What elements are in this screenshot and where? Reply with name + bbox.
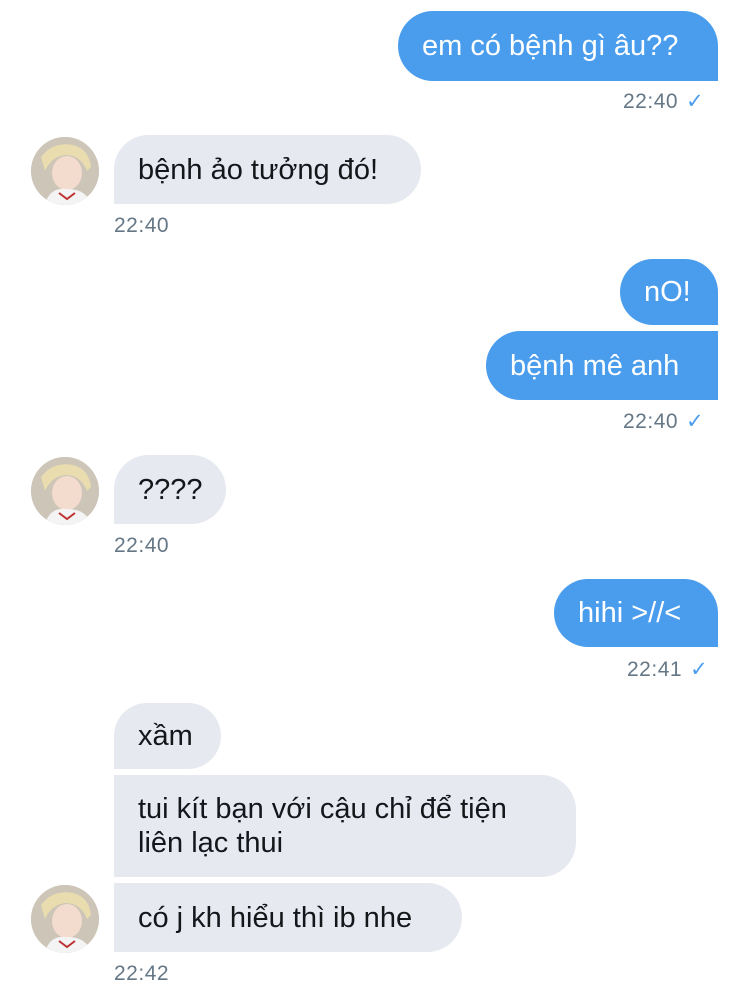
conversation: em có bệnh gì âu?? 22:40 ✓ bệnh ảo tưởng …: [0, 0, 750, 994]
message-text: ????: [138, 473, 203, 506]
avatar-icon: [31, 137, 99, 205]
avatar[interactable]: [31, 885, 99, 953]
avatar[interactable]: [31, 137, 99, 205]
incoming-message[interactable]: tui kít bạn với cậu chỉ để tiện liên lạc…: [114, 775, 576, 877]
message-text: có j kh hiểu thì ib nhe: [138, 901, 413, 934]
incoming-message[interactable]: có j kh hiểu thì ib nhe: [114, 883, 462, 952]
read-check-icon: ✓: [690, 658, 709, 681]
message-text: hihi >//<: [578, 597, 682, 629]
message-text: tui kít bạn với cậu chỉ để tiện liên lạc…: [138, 793, 507, 859]
message-timestamp: 22:42: [114, 962, 170, 985]
incoming-message[interactable]: ????: [114, 455, 226, 524]
avatar-icon: [31, 885, 99, 953]
message-text: bệnh mê anh: [510, 349, 680, 382]
outgoing-message[interactable]: em có bệnh gì âu??: [398, 11, 718, 81]
message-text: em có bệnh gì âu??: [422, 30, 679, 62]
message-text: xầm: [138, 720, 193, 752]
read-check-icon: ✓: [686, 90, 705, 113]
read-check-icon: ✓: [686, 410, 705, 433]
incoming-message[interactable]: xầm: [114, 703, 221, 769]
message-text: bệnh ảo tưởng đó!: [138, 153, 379, 186]
message-timestamp: 22:41 ✓: [627, 658, 709, 681]
message-timestamp: 22:40: [114, 534, 170, 557]
message-timestamp: 22:40 ✓: [623, 410, 705, 433]
message-text: nO!: [644, 276, 691, 308]
message-timestamp: 22:40: [114, 214, 170, 237]
message-timestamp: 22:40 ✓: [623, 90, 705, 113]
outgoing-message[interactable]: hihi >//<: [554, 579, 718, 647]
outgoing-message[interactable]: bệnh mê anh: [486, 331, 718, 400]
avatar-icon: [31, 457, 99, 525]
outgoing-message[interactable]: nO!: [620, 259, 718, 325]
incoming-message[interactable]: bệnh ảo tưởng đó!: [114, 135, 421, 204]
avatar[interactable]: [31, 457, 99, 525]
